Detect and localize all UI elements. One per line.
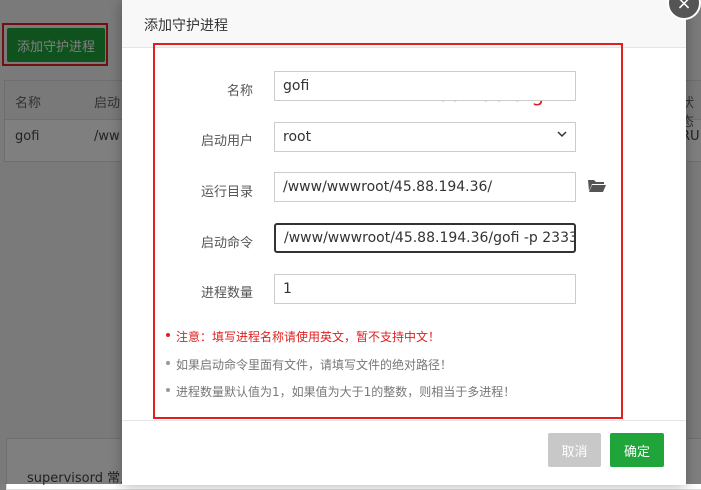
- note-text: 进程数量默认值为1，如果值为大于1的整数，则相当于多进程！: [176, 385, 516, 399]
- modal-header: 添加守护进程: [122, 0, 686, 48]
- count-value: 1: [283, 281, 292, 297]
- note-text: 注意：填写进程名称请使用英文，暂不支持中文！: [176, 330, 441, 344]
- bullet-icon: [166, 361, 170, 365]
- cmd-label: 启动命令: [200, 236, 253, 251]
- count-input[interactable]: 1: [274, 274, 576, 304]
- count-label: 进程数量: [200, 286, 253, 301]
- chevron-down-icon: [557, 131, 567, 138]
- cmd-input[interactable]: /www/wwwroot/45.88.194.36/gofi -p 23333 …: [274, 223, 576, 253]
- user-label: 启动用户: [200, 134, 253, 149]
- note-item-count: 进程数量默认值为1，如果值为大于1的整数，则相当于多进程！: [166, 383, 516, 400]
- modal-title: 添加守护进程: [144, 18, 228, 34]
- dir-input[interactable]: /www/wwwroot/45.88.194.36/: [274, 172, 576, 202]
- note-item-path: 如果启动命令里面有文件，请填写文件的绝对路径！: [166, 356, 453, 373]
- folder-icon[interactable]: [587, 177, 607, 193]
- note-item-warning: 注意：填写进程名称请使用英文，暂不支持中文！: [166, 328, 441, 345]
- name-label: 名称: [226, 84, 253, 99]
- dir-label: 运行目录: [200, 185, 253, 200]
- user-value: root: [283, 129, 312, 145]
- cmd-value: /www/wwwroot/45.88.194.36/gofi -p 23333 …: [284, 230, 576, 246]
- user-select[interactable]: root: [274, 122, 576, 152]
- confirm-button[interactable]: 确定: [610, 433, 664, 467]
- cancel-button[interactable]: 取消: [548, 433, 601, 467]
- bullet-icon: [166, 333, 170, 337]
- dir-value: /www/wwwroot/45.88.194.36/: [283, 179, 493, 195]
- note-text: 如果启动命令里面有文件，请填写文件的绝对路径！: [176, 358, 453, 372]
- bullet-icon: [166, 388, 170, 392]
- name-input[interactable]: gofi: [274, 71, 576, 101]
- name-value: gofi: [283, 78, 310, 94]
- modal-footer: [122, 420, 686, 485]
